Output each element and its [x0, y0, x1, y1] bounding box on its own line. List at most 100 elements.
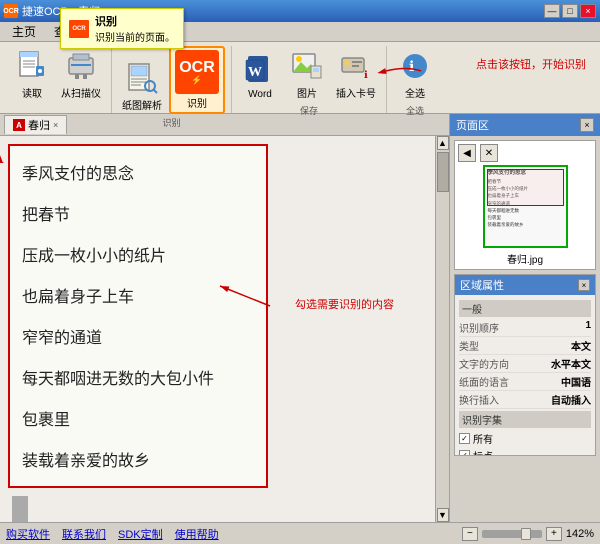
- prop-row-type: 类型 本文: [459, 337, 591, 355]
- prop-label-type: 类型: [459, 338, 479, 353]
- tab-icon: A: [13, 119, 25, 131]
- page-area-content: ◀ ✕ 季风支付的思念 把春节 压成一枚小小的纸片 也扁着身子上车 窄窄的通道 …: [450, 136, 600, 522]
- doc-content: A 季风支付的思念 把春节 压成一枚小小的纸片 也扁着身子上车 窄窄的通道 每天…: [0, 136, 435, 522]
- window-controls: — □ ×: [544, 4, 596, 18]
- app-icon: OCR: [4, 4, 18, 18]
- parse-icon: [124, 60, 160, 96]
- ribbon-group-process: 纸图解析 OCR ⚡ 识别 识别: [112, 46, 232, 113]
- insert-card-label: 插入卡号: [336, 85, 376, 100]
- buy-link[interactable]: 购买软件: [6, 526, 50, 542]
- ribbon-buttons-file: 读取 从扫描仪: [10, 46, 105, 102]
- prop-row-language: 纸面的语言 中国语: [459, 373, 591, 391]
- ribbon-inner: 读取 从扫描仪: [0, 42, 600, 113]
- main-panel: A 春归 × OCR 识别 识别当前的页面。 A 季风支付的思念 把春节: [0, 114, 450, 522]
- checkbox-all-box[interactable]: ✓: [459, 433, 470, 444]
- tab-label: 春归: [28, 117, 50, 133]
- prop-row-insert: 换行插入 自动插入: [459, 391, 591, 409]
- content-area: A 春归 × OCR 识别 识别当前的页面。 A 季风支付的思念 把春节: [0, 114, 600, 522]
- tab-close-button[interactable]: ×: [53, 120, 58, 130]
- prop-label-insert: 换行插入: [459, 392, 499, 407]
- doc-line-7: 装载着亲爱的故乡: [22, 441, 254, 478]
- doc-line-5: 每天都咽进无数的大包小件: [22, 359, 254, 396]
- props-title: 区域属性: [460, 277, 504, 293]
- checkbox-punct: ✓ 标点: [459, 447, 591, 455]
- picture-button[interactable]: 图片: [285, 46, 329, 102]
- word-icon: W: [242, 52, 278, 88]
- zoom-thumb[interactable]: [521, 528, 531, 540]
- svg-text:W: W: [248, 65, 262, 80]
- filter-section: 识别字集: [459, 411, 591, 428]
- scan-icon: [63, 48, 99, 84]
- annotation-text: 点击该按钮，开始识别: [476, 56, 586, 72]
- content-annotation: 勾选需要识别的内容: [295, 296, 394, 312]
- tooltip-content: 识别 识别当前的页面。: [95, 13, 175, 44]
- output-group-label: 保存: [300, 104, 318, 117]
- tooltip-popup: OCR 识别 识别当前的页面。: [60, 8, 184, 49]
- props-close-button[interactable]: ×: [578, 279, 590, 291]
- scrollbar-thumb[interactable]: [437, 152, 449, 192]
- checkbox-all: ✓ 所有: [459, 430, 591, 447]
- svg-text:ℹ: ℹ: [364, 70, 368, 81]
- thumb-prev-button[interactable]: ◀: [458, 144, 476, 162]
- checkbox-punct-box[interactable]: ✓: [459, 450, 470, 455]
- doc-line-0: 季风支付的思念: [22, 154, 254, 191]
- contact-link[interactable]: 联系我们: [62, 526, 106, 542]
- maximize-button[interactable]: □: [562, 4, 578, 18]
- picture-icon: [289, 48, 325, 84]
- ribbon-group-output: W Word 图片: [232, 46, 387, 113]
- prop-value-direction: 水平本文: [551, 356, 591, 371]
- prop-value-type: 本文: [571, 338, 591, 353]
- tooltip-ocr-icon: OCR: [69, 20, 89, 38]
- props-content: 一般 识别顺序 1 类型 本文 文字的方向 水平本文 纸面的语言: [455, 295, 595, 455]
- read-button[interactable]: 读取: [10, 46, 54, 102]
- insert-card-button[interactable]: ℹ 插入卡号: [332, 46, 380, 102]
- minimize-button[interactable]: —: [544, 4, 560, 18]
- doc-scroll: A 季风支付的思念 把春节 压成一枚小小的纸片 也扁着身子上车 窄窄的通道 每天…: [0, 136, 449, 522]
- scroll-up-button[interactable]: ▲: [437, 136, 449, 150]
- doc-line-6: 包裹里: [22, 400, 254, 437]
- close-button[interactable]: ×: [580, 4, 596, 18]
- thumb-delete-button[interactable]: ✕: [480, 144, 498, 162]
- word-button[interactable]: W Word: [238, 50, 282, 102]
- status-left: 购买软件 联系我们 SDK定制 使用帮助: [6, 526, 219, 542]
- ribbon: 读取 从扫描仪: [0, 42, 600, 114]
- prop-label-order: 识别顺序: [459, 320, 499, 335]
- props-header: 区域属性 ×: [455, 275, 595, 295]
- right-panel: 页面区 × ◀ ✕ 季风支付的思念 把春节 压成一枚小小的纸片 也扁着身子: [450, 114, 600, 522]
- thumbnail-area: ◀ ✕ 季风支付的思念 把春节 压成一枚小小的纸片 也扁着身子上车 窄窄的通道 …: [454, 140, 596, 270]
- tooltip-title: 识别: [95, 13, 175, 29]
- ribbon-group-file: 读取 从扫描仪: [4, 46, 112, 113]
- thumb-highlight: [487, 169, 564, 206]
- gray-block: [12, 496, 28, 522]
- prop-row-direction: 文字的方向 水平本文: [459, 355, 591, 373]
- zoom-slider[interactable]: [482, 530, 542, 538]
- read-icon: [14, 48, 50, 84]
- ribbon-buttons-process: 纸图解析 OCR ⚡ 识别: [118, 46, 225, 114]
- read-label: 读取: [22, 85, 42, 100]
- zoom-in-button[interactable]: +: [546, 527, 562, 541]
- zoom-value: 142%: [566, 528, 594, 540]
- zoom-out-button[interactable]: −: [462, 527, 478, 541]
- content-annotation-text: 勾选需要识别的内容: [295, 296, 394, 312]
- help-link[interactable]: 使用帮助: [175, 526, 219, 542]
- recognize-button[interactable]: OCR ⚡ 识别: [169, 46, 225, 114]
- recognize-label: 识别: [187, 95, 207, 110]
- doc-text-area[interactable]: A 季风支付的思念 把春节 压成一枚小小的纸片 也扁着身子上车 窄窄的通道 每天…: [8, 144, 268, 488]
- recognize-icon: OCR ⚡: [175, 50, 219, 94]
- prop-value-order: 1: [585, 320, 591, 335]
- doc-line-4: 窄窄的通道: [22, 318, 254, 355]
- scan-label: 从扫描仪: [61, 85, 101, 100]
- page-area-close-button[interactable]: ×: [580, 118, 594, 132]
- parse-button[interactable]: 纸图解析: [118, 58, 166, 114]
- menu-item-home[interactable]: 主页: [4, 21, 44, 42]
- sdk-link[interactable]: SDK定制: [118, 526, 163, 542]
- scan-button[interactable]: 从扫描仪: [57, 46, 105, 102]
- scroll-down-button[interactable]: ▼: [437, 508, 449, 522]
- word-label: Word: [248, 89, 272, 100]
- process-group-label: 识别: [162, 116, 180, 129]
- insert-card-icon: ℹ: [338, 48, 374, 84]
- vertical-scrollbar[interactable]: ▲ ▼: [435, 136, 449, 522]
- status-right: − + 142%: [462, 527, 594, 541]
- prop-row-order: 识别顺序 1: [459, 319, 591, 337]
- tab-spring[interactable]: A 春归 ×: [4, 115, 67, 134]
